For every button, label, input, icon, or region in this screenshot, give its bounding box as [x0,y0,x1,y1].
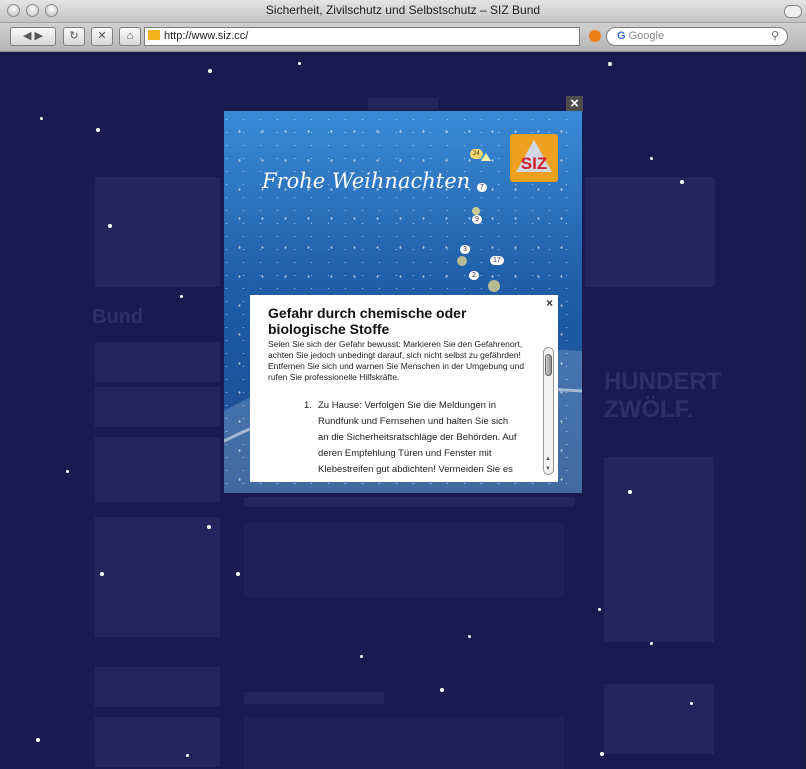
snow-star [298,62,301,65]
bg-teaser-block [585,177,715,287]
tree-number-star: 17 [490,256,504,265]
snow-star [360,655,363,658]
modal-close-button[interactable]: × [566,96,583,112]
greeting-text: Frohe Weihnachten [262,169,471,193]
snow-star [236,572,240,576]
snow-star [108,224,112,228]
bg-text-paragraph [244,522,564,597]
snow-star [680,180,684,184]
forward-arrow-icon[interactable]: ▶ [35,30,43,42]
snow-star [598,608,601,611]
search-placeholder: Google [628,30,665,42]
siz-logo: SIZ [510,134,558,182]
snow-star [690,702,693,705]
snow-star [208,69,212,73]
rss-icon[interactable] [589,30,601,42]
bg-section-title: Bund [92,306,144,328]
info-dialog-intro: Seien Sie sich der Gefahr bewusst: Marki… [268,339,525,382]
tree-number-star: 3 [460,245,470,254]
siz-logo-text: SIZ [520,154,548,173]
page-viewport: Bund HUNDERT ZWÖLF. × Frohe Weihnachten … [0,52,806,769]
scrollbar-thumb[interactable] [545,354,552,376]
tree-light [488,280,500,292]
reload-icon: ↻ [69,30,79,42]
info-dialog-list-item: 1. Zu Hause: Verfolgen Sie die Meldungen… [304,398,518,478]
snow-star [608,62,612,66]
snow-star [96,128,100,132]
tree-number-star: 24 [470,149,483,159]
stop-button[interactable]: ✕ [91,27,113,46]
tree-number-star: 9 [472,215,482,224]
back-arrow-icon[interactable]: ◀ [23,30,31,42]
bg-header-bar [368,98,438,110]
tree-light [457,256,467,266]
bg-nav-item [95,342,220,382]
bg-nav-item [95,517,220,637]
window-titlebar: Sicherheit, Zivilschutz und Selbstschutz… [0,0,806,23]
scroll-up-arrow-icon[interactable]: ▲ [545,456,551,462]
site-favicon-icon [148,30,160,40]
snow-star [66,470,69,473]
info-dialog: × Gefahr durch chemische oder biologisch… [250,295,558,482]
back-forward-buttons[interactable]: ◀ ▶ [10,27,56,46]
snow-star [207,525,211,529]
address-bar-url: http://www.siz.cc/ [164,30,249,42]
home-button[interactable]: ⌂ [119,27,141,46]
snow-star [186,754,189,757]
snow-star [36,738,40,742]
info-dialog-content[interactable]: Seien Sie sich der Gefahr bewusst: Marki… [250,339,538,481]
scroll-down-arrow-icon[interactable]: ▼ [545,466,551,472]
bg-nav-item [95,667,220,707]
bg-nav-item [95,437,220,502]
browser-toolbar: ◀ ▶ ↻ ✕ ⌂ http://www.siz.cc/ G Google ⚲ [0,23,806,52]
snow-star [650,157,653,160]
bg-text-paragraph [244,717,564,769]
bg-sidebar-block [604,684,714,754]
bg-nav-item [95,387,220,427]
home-icon: ⌂ [126,30,134,42]
bg-teaser-block [95,177,220,287]
snow-star [100,572,104,576]
bg-sidebar-block [604,457,714,642]
snow-star [468,635,471,638]
reload-button[interactable]: ↻ [63,27,85,46]
tree-number-star: 2 [469,271,479,280]
search-bar[interactable]: G Google ⚲ [606,27,788,46]
stop-icon: ✕ [97,30,107,42]
bg-headline-1: HUNDERT [604,368,722,395]
snow-star [600,752,604,756]
toolbar-toggle-button[interactable] [784,5,802,18]
list-item-text: Zu Hause: Verfolgen Sie die Meldungen in… [318,400,517,475]
snow-star [40,117,43,120]
bg-text-line [244,692,384,704]
search-magnifier-icon[interactable]: ⚲ [771,28,779,45]
bg-nav-item [95,717,220,767]
bg-text-line [244,497,574,507]
info-dialog-scrollbar[interactable]: ▲ ▼ [543,347,554,475]
window-title: Sicherheit, Zivilschutz und Selbstschutz… [265,3,541,17]
google-search-engine-icon[interactable]: G [617,28,626,45]
info-dialog-title: Gefahr durch chemische oder biologische … [268,305,467,337]
christmas-modal: Frohe Weihnachten 24 7 9 3 17 2 SIZ × Ge… [224,111,582,493]
tree-number-star: 7 [477,183,487,192]
page-scrollbar[interactable] [802,52,806,769]
info-dialog-close-button[interactable]: × [546,296,553,310]
snow-star [180,295,183,298]
address-bar[interactable]: http://www.siz.cc/ [144,27,601,46]
bg-headline-2: ZWÖLF. [604,396,694,423]
tree-light [472,207,480,215]
list-item-number: 1. [304,400,312,411]
snow-star [650,642,653,645]
snow-star [628,490,632,494]
snow-star [440,688,444,692]
